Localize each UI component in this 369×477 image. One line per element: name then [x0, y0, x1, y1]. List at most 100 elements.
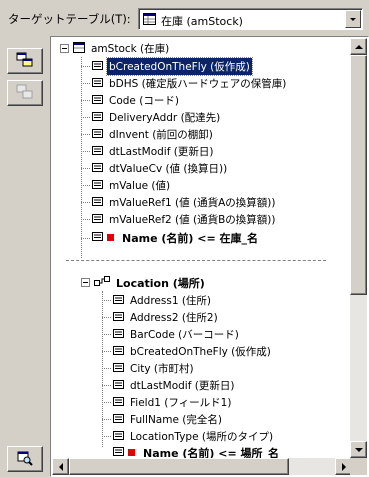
- add-field-button[interactable]: [7, 48, 43, 74]
- scrollbar-corner: [350, 458, 367, 475]
- tree-root-label: amStock (在庫): [91, 43, 170, 55]
- field-label: dtLastModif (更新日): [109, 146, 214, 158]
- link-icon: [94, 275, 110, 290]
- collapse-icon[interactable]: [81, 278, 90, 287]
- tree-item-link-field[interactable]: dtLastModif (更新日): [113, 377, 236, 394]
- find-field-icon: [16, 450, 34, 469]
- field-icon: [92, 162, 103, 175]
- remove-field-button[interactable]: [7, 80, 43, 106]
- field-label: LocationType (場所のタイプ): [130, 431, 274, 443]
- tree-item-field[interactable]: bCreatedOnTheFly (仮作成): [92, 57, 253, 76]
- tree-connector: [102, 402, 111, 403]
- tree-connector: [81, 83, 90, 84]
- field-icon: [113, 311, 124, 324]
- tree-item-link-field[interactable]: Address2 (住所2): [113, 309, 220, 326]
- key-mapping-label: Name (名前) <= 在庫_名: [122, 231, 259, 245]
- key-marker-icon: [128, 449, 135, 456]
- field-label: dInvent (前回の棚卸): [109, 129, 213, 141]
- tree-connector: [102, 419, 111, 420]
- tree-connector: [102, 385, 111, 386]
- tree-separator: [66, 260, 326, 261]
- field-tree-panel: amStock (在庫) bCreatedOnTheFly (仮作成) bDHS…: [50, 36, 369, 477]
- horizontal-scroll-thumb[interactable]: [69, 458, 289, 475]
- tree-item-field[interactable]: mValueRef2 (値 (通貨Bの換算額)): [92, 211, 278, 228]
- field-label: mValue (値): [109, 180, 171, 192]
- tree-connector: [81, 57, 82, 258]
- tree-item-link-field[interactable]: FullName (完全名): [113, 411, 224, 428]
- target-table-row: ターゲットテーブル(T): 在庫 (amStock): [0, 0, 369, 36]
- arrow-left-icon: [58, 462, 63, 471]
- vertical-scrollbar[interactable]: [350, 38, 367, 458]
- vertical-scroll-thumb[interactable]: [350, 55, 367, 295]
- field-icon: [92, 60, 103, 73]
- tree-connector: [102, 317, 111, 318]
- tree-item-key-mapping[interactable]: Name (名前) <= 在庫_名: [92, 229, 260, 246]
- field-icon: [113, 294, 124, 307]
- field-icon: [113, 345, 124, 358]
- field-tree[interactable]: amStock (在庫) bCreatedOnTheFly (仮作成) bDHS…: [52, 38, 352, 458]
- field-label: bCreatedOnTheFly (仮作成): [130, 346, 271, 358]
- table-icon: [73, 41, 85, 56]
- field-icon: [113, 430, 124, 443]
- field-icon: [92, 179, 103, 192]
- field-icon: [113, 362, 124, 375]
- field-icon: [113, 379, 124, 392]
- tree-connector: [81, 185, 90, 186]
- scroll-left-button[interactable]: [52, 458, 69, 475]
- field-icon: [113, 446, 124, 458]
- field-icon: [92, 196, 103, 209]
- tree-item-field[interactable]: dInvent (前回の棚卸): [92, 126, 215, 143]
- find-field-button[interactable]: [7, 446, 43, 472]
- tree-item-link-field[interactable]: BarCode (バーコード): [113, 326, 241, 343]
- target-table-value: 在庫 (amStock): [161, 15, 243, 28]
- tree-item-field[interactable]: dtValueCv (値 (換算日)): [92, 160, 229, 177]
- collapse-icon[interactable]: [60, 44, 69, 53]
- table-icon: [143, 13, 156, 28]
- field-label: bDHS (確定版ハードウェアの保管庫): [109, 78, 287, 90]
- field-label: BarCode (バーコード): [130, 329, 239, 341]
- add-field-icon: [16, 52, 34, 71]
- link-label: Location (場所): [116, 276, 205, 290]
- tree-connector: [81, 168, 90, 169]
- tree-connector: [102, 334, 111, 335]
- tree-item-link-field[interactable]: LocationType (場所のタイプ): [113, 428, 275, 445]
- tree-item-link-field[interactable]: Address1 (住所): [113, 292, 213, 309]
- tree-connector: [81, 134, 90, 135]
- field-label: FullName (完全名): [130, 414, 222, 426]
- dropdown-button[interactable]: [345, 10, 361, 28]
- tree-item-field[interactable]: Code (コード): [92, 92, 181, 109]
- field-label: Address2 (住所2): [130, 312, 218, 324]
- remove-field-icon: [16, 84, 34, 103]
- tree-item-link-field[interactable]: City (市町村): [113, 360, 196, 377]
- scroll-up-button[interactable]: [350, 38, 367, 55]
- field-icon: [92, 145, 103, 158]
- horizontal-scrollbar[interactable]: [52, 458, 352, 475]
- field-label: mValueRef2 (値 (通貨Bの換算額)): [109, 214, 276, 226]
- field-label: Address1 (住所): [130, 295, 212, 307]
- tree-connector: [81, 100, 90, 101]
- left-toolbar: [0, 36, 50, 477]
- arrow-up-icon: [354, 44, 363, 49]
- field-icon: [92, 77, 103, 90]
- tree-connector: [81, 117, 90, 118]
- arrow-right-icon: [341, 462, 346, 471]
- tree-item-link-field[interactable]: bCreatedOnTheFly (仮作成): [113, 343, 273, 360]
- field-icon: [113, 413, 124, 426]
- tree-root[interactable]: amStock (在庫): [73, 40, 171, 57]
- scroll-down-button[interactable]: [350, 441, 367, 458]
- tree-connector: [102, 291, 103, 447]
- tree-link-location[interactable]: Location (場所): [94, 274, 207, 291]
- field-label: DeliveryAddr (配達先): [109, 112, 221, 124]
- tree-item-field[interactable]: dtLastModif (更新日): [92, 143, 215, 160]
- tree-item-link-field[interactable]: Field1 (フィールド1): [113, 394, 233, 411]
- tree-item-field[interactable]: mValue (値): [92, 177, 172, 194]
- arrow-down-icon: [354, 447, 363, 452]
- field-icon: [113, 328, 124, 341]
- tree-item-field[interactable]: mValueRef1 (値 (通貨Aの換算額)): [92, 194, 277, 211]
- tree-item-field[interactable]: DeliveryAddr (配達先): [92, 109, 222, 126]
- target-table-combobox[interactable]: 在庫 (amStock): [138, 8, 363, 30]
- field-label: Field1 (フィールド1): [130, 397, 232, 409]
- tree-item-field[interactable]: bDHS (確定版ハードウェアの保管庫): [92, 75, 288, 92]
- tree-item-key-mapping[interactable]: Name (名前) <= 場所_名: [113, 444, 281, 458]
- tree-connector: [102, 300, 111, 301]
